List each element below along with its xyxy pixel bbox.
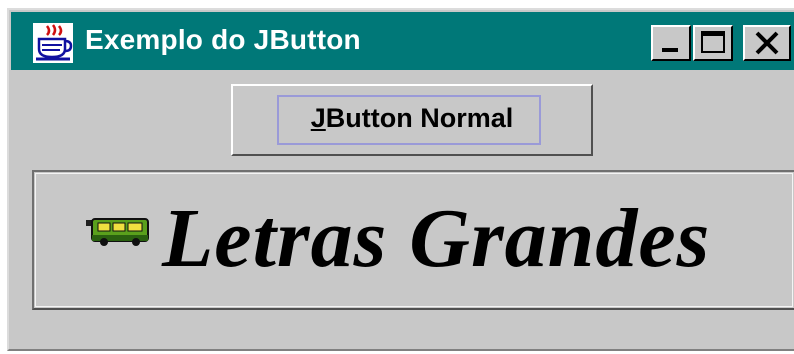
window-title: Exemplo do JButton <box>85 24 361 55</box>
title-bar[interactable]: Exemplo do JButton <box>11 12 794 70</box>
bus-icon <box>86 218 149 246</box>
close-button[interactable] <box>743 25 791 61</box>
minimize-button[interactable] <box>651 25 691 61</box>
maximize-button[interactable] <box>693 25 733 61</box>
minimize-icon <box>662 48 678 52</box>
jbutton-normal-label-rest: Button Normal <box>325 103 514 133</box>
close-icon <box>755 31 779 55</box>
java-coffee-cup-icon[interactable] <box>33 23 73 63</box>
app-window: Exemplo do JButton JButton Normal Letras… <box>7 8 794 351</box>
mnemonic-letter: J <box>310 103 326 133</box>
maximize-icon <box>701 31 725 53</box>
jbutton-normal[interactable]: JButton Normal <box>231 84 593 156</box>
letras-grandes-label: Letras Grandes <box>162 192 711 285</box>
jbutton-normal-label: JButton Normal <box>233 103 591 134</box>
letras-grandes-button[interactable]: Letras Grandes <box>32 170 794 310</box>
